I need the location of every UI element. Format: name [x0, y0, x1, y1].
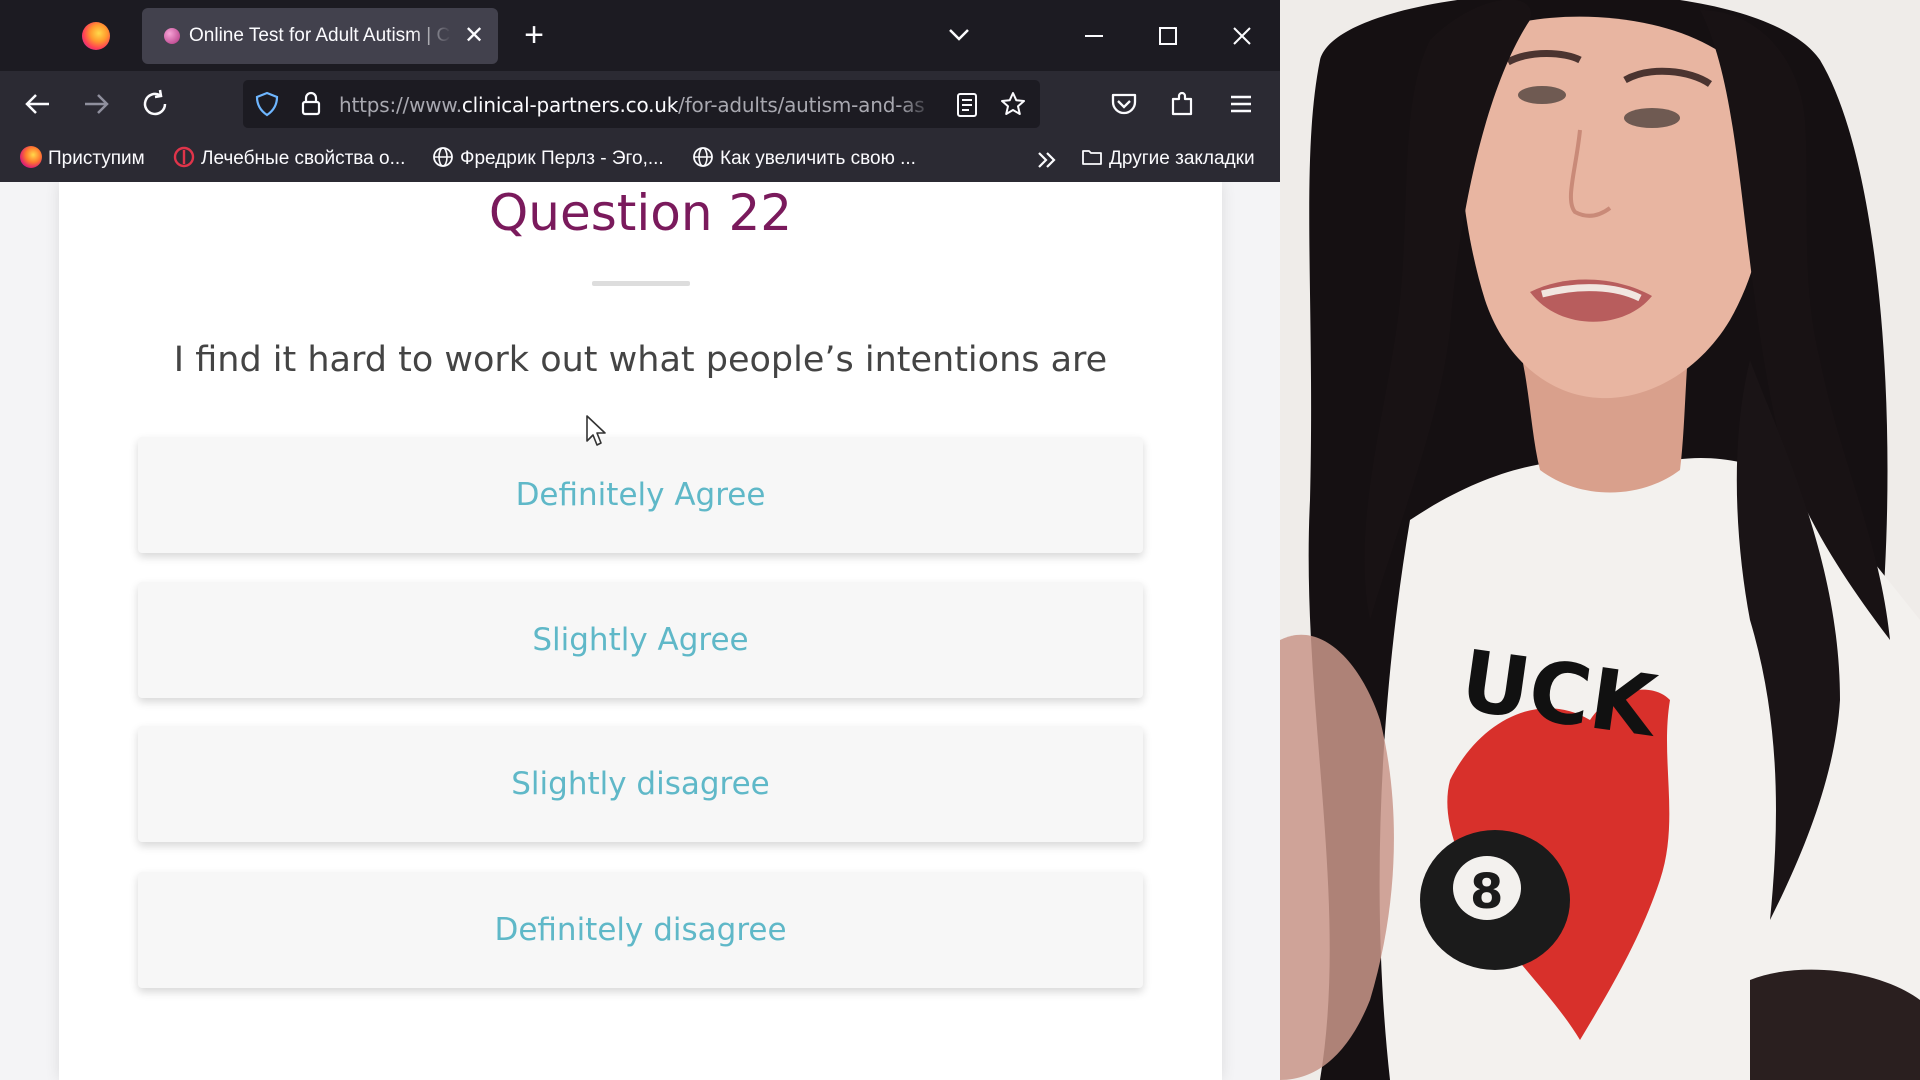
firefox-logo-icon[interactable] [82, 22, 110, 50]
bookmark-label: Приступим [48, 148, 145, 169]
url-domain: clinical-partners.co.uk [461, 93, 679, 117]
browser-window: Online Test for Adult Autism | C ✕ + htt… [0, 0, 1280, 1080]
folder-icon [1082, 150, 1102, 165]
webcam-person-image: 8 UCK [1280, 0, 1920, 1080]
globe-icon [433, 147, 453, 167]
chevron-down-icon[interactable] [944, 20, 974, 50]
question-title: Question 22 [488, 184, 793, 242]
bookmark-label: Лечебные свойства о... [201, 148, 406, 169]
back-arrow-icon[interactable] [21, 87, 55, 121]
answer-label: Definitely disagree [494, 912, 787, 948]
pocket-icon[interactable] [1107, 87, 1141, 121]
new-tab-icon[interactable]: + [519, 18, 549, 54]
tab-active[interactable]: Online Test for Adult Autism | C ✕ [142, 8, 498, 64]
quiz-card: Question 22 I find it hard to work out w… [59, 182, 1222, 1080]
answer-slightly-agree-button[interactable]: Slightly Agree [138, 582, 1143, 698]
shield-icon[interactable] [253, 90, 281, 118]
tab-bar: Online Test for Adult Autism | C ✕ + [0, 0, 1280, 71]
answer-label: Slightly disagree [511, 766, 770, 802]
answer-definitely-disagree-button[interactable]: Definitely disagree [138, 872, 1143, 988]
extensions-puzzle-icon[interactable] [1166, 87, 1200, 121]
maximize-icon[interactable] [1148, 16, 1188, 56]
star-bookmark-icon[interactable] [999, 90, 1027, 118]
other-bookmarks-label: Другие закладки [1109, 148, 1255, 169]
reader-view-icon[interactable] [955, 92, 979, 118]
webcam-overlay: 8 UCK [1280, 0, 1920, 1080]
navigation-toolbar: https://www.clinical-partners.co.uk/for-… [0, 71, 1280, 137]
bookmark-item[interactable]: Фредрик Перлз - Эго,... [432, 146, 664, 172]
bookmark-label: Фредрик Перлз - Эго,... [460, 148, 664, 169]
answer-definitely-agree-button[interactable]: Definitely Agree [138, 437, 1143, 553]
url-path: /for-adults/autism-and-as [678, 93, 925, 117]
bookmark-item[interactable]: Лечебные свойства о... [173, 146, 405, 172]
mouse-pointer-icon [586, 415, 606, 446]
tab-favicon-icon [164, 28, 180, 44]
url-prefix: https://www. [339, 93, 462, 117]
answer-label: Definitely Agree [515, 477, 766, 513]
eight-ball-digit: 8 [1470, 864, 1503, 920]
tab-close-icon[interactable]: ✕ [460, 22, 488, 50]
answer-label: Slightly Agree [532, 622, 749, 658]
site-icon [173, 146, 195, 168]
question-text: I find it hard to work out what people’s… [173, 340, 1108, 380]
lock-icon[interactable] [298, 90, 324, 118]
bookmark-item[interactable]: Приступим [20, 146, 145, 172]
answer-slightly-disagree-button[interactable]: Slightly disagree [138, 726, 1143, 842]
bookmarks-toolbar: Приступим Лечебные свойства о... Фредрик… [0, 137, 1280, 182]
other-bookmarks-folder[interactable]: Другие закладки [1081, 146, 1255, 172]
minimize-icon[interactable] [1074, 16, 1114, 56]
url-text[interactable]: https://www.clinical-partners.co.uk/for-… [339, 93, 935, 117]
reload-icon[interactable] [138, 87, 172, 121]
page-viewport[interactable]: Question 22 I find it hard to work out w… [0, 182, 1280, 1080]
window-close-icon[interactable] [1222, 16, 1262, 56]
chevrons-more-icon[interactable] [1034, 148, 1060, 172]
hamburger-menu-icon[interactable] [1224, 87, 1258, 121]
bookmark-item[interactable]: Как увеличить свою ... [692, 146, 916, 172]
globe-icon [693, 147, 713, 167]
firefox-icon [20, 146, 42, 168]
tab-title: Online Test for Adult Autism | C [189, 25, 451, 46]
forward-arrow-icon[interactable] [79, 87, 113, 121]
title-divider [592, 281, 690, 286]
bookmark-label: Как увеличить свою ... [720, 148, 916, 169]
address-bar[interactable]: https://www.clinical-partners.co.uk/for-… [243, 80, 1040, 128]
